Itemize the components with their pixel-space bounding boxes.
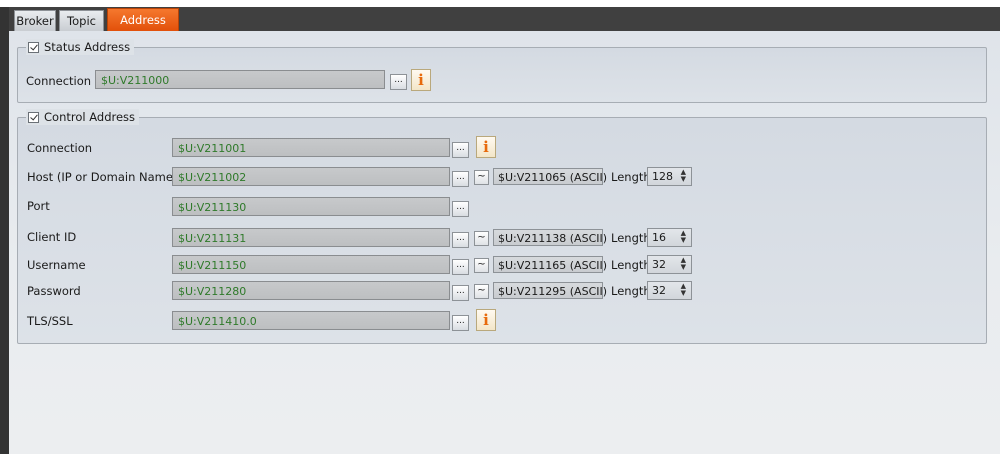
host-field[interactable]: $U:V211002 [172, 167, 450, 186]
status-connection-browse-button[interactable]: ... [390, 74, 407, 90]
tab-broker[interactable]: Broker [14, 10, 56, 31]
username-tilde-button[interactable]: ~ [474, 258, 489, 273]
client-id-browse-button[interactable]: ... [452, 232, 469, 248]
tab-bar: Broker Topic Address [9, 7, 1000, 31]
info-glyph: i [483, 310, 489, 329]
username-ascii-field[interactable]: $U:V211165 (ASCII) [493, 256, 607, 273]
client-id-length-spinner[interactable]: 16 ▲ ▼ [647, 228, 692, 247]
spinner-arrows-icon[interactable]: ▲ ▼ [681, 283, 686, 297]
control-connection-browse-button[interactable]: ... [452, 142, 469, 158]
host-ascii-field[interactable]: $U:V211065 (ASCII) [493, 168, 607, 185]
client-id-ascii-field[interactable]: $U:V211138 (ASCII) [493, 229, 607, 246]
username-length-spinner[interactable]: 32 ▲ ▼ [647, 255, 692, 274]
spinner-arrows-icon[interactable]: ▲ ▼ [681, 169, 686, 183]
host-length-spinner[interactable]: 128 ▲ ▼ [647, 167, 692, 186]
password-ascii-field[interactable]: $U:V211295 (ASCII) [493, 282, 607, 299]
status-address-title: Status Address [44, 40, 131, 54]
tab-topic[interactable]: Topic [59, 10, 104, 31]
username-length-value: 32 [652, 258, 666, 271]
password-label: Password [27, 284, 81, 298]
password-length-label: Length [611, 284, 651, 298]
port-label: Port [27, 199, 50, 213]
control-address-title: Control Address [44, 110, 136, 124]
username-field[interactable]: $U:V211150 [172, 255, 450, 274]
status-connection-info-icon[interactable]: i [411, 69, 431, 91]
password-field[interactable]: $U:V211280 [172, 281, 450, 300]
tls-ssl-field[interactable]: $U:V211410.0 [172, 311, 450, 330]
client-id-label: Client ID [27, 230, 77, 244]
status-connection-field[interactable]: $U:V211000 [95, 70, 385, 89]
username-browse-button[interactable]: ... [452, 259, 469, 275]
info-glyph: i [483, 137, 489, 156]
client-id-tilde-button[interactable]: ~ [474, 231, 489, 246]
spinner-arrows-icon[interactable]: ▲ ▼ [681, 230, 686, 244]
port-browse-button[interactable]: ... [452, 201, 469, 217]
tls-ssl-info-icon[interactable]: i [476, 309, 496, 331]
host-length-value: 128 [652, 170, 673, 183]
password-tilde-button[interactable]: ~ [474, 284, 489, 299]
password-length-value: 32 [652, 284, 666, 297]
top-strip [0, 0, 1000, 7]
host-browse-button[interactable]: ... [452, 171, 469, 187]
host-tilde-button[interactable]: ~ [474, 170, 489, 185]
window-left-edge [0, 7, 9, 454]
status-address-legend: Status Address [26, 39, 135, 55]
control-address-group: Control Address Connection $U:V211001 ..… [17, 109, 987, 344]
client-id-field[interactable]: $U:V211131 [172, 228, 450, 247]
tls-ssl-label: TLS/SSL [27, 314, 73, 328]
tls-ssl-browse-button[interactable]: ... [452, 315, 469, 331]
control-connection-label: Connection [27, 141, 93, 155]
host-label: Host (IP or Domain Name) [27, 170, 178, 184]
port-field[interactable]: $U:V211130 [172, 197, 450, 216]
status-address-group: Status Address Connection $U:V211000 ...… [17, 39, 987, 103]
username-label: Username [27, 258, 86, 272]
spinner-arrows-icon[interactable]: ▲ ▼ [681, 257, 686, 271]
control-address-checkbox[interactable] [28, 111, 39, 123]
client-id-length-value: 16 [652, 231, 666, 244]
status-connection-label: Connection [26, 74, 92, 88]
control-address-legend: Control Address [26, 109, 140, 125]
tab-address[interactable]: Address [107, 8, 179, 31]
status-address-checkbox[interactable] [28, 41, 39, 53]
address-panel: Status Address Connection $U:V211000 ...… [9, 31, 1000, 454]
info-glyph: i [418, 70, 424, 89]
client-id-length-label: Length [611, 231, 651, 245]
username-length-label: Length [611, 258, 651, 272]
password-browse-button[interactable]: ... [452, 285, 469, 301]
control-connection-field[interactable]: $U:V211001 [172, 138, 450, 157]
control-connection-info-icon[interactable]: i [476, 136, 496, 158]
password-length-spinner[interactable]: 32 ▲ ▼ [647, 281, 692, 300]
host-length-label: Length [611, 170, 651, 184]
